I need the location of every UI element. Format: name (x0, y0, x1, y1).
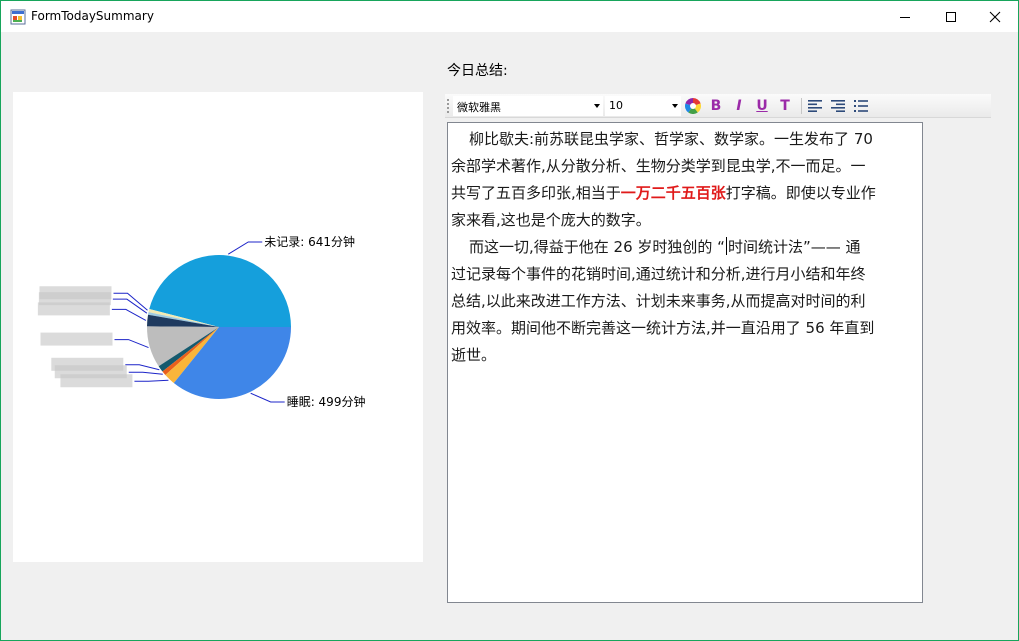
align-left-button[interactable] (805, 96, 825, 116)
text-line: 用效率。期间他不断完善这一统计方法,并一直沿用了 56 年直到 (451, 319, 875, 337)
maximize-icon (946, 11, 956, 22)
minimize-button[interactable] (882, 1, 928, 32)
rich-text-toolbar: 微软雅黑 10 B I U T (445, 94, 991, 118)
title-bar[interactable]: FormTodaySummary (1, 1, 1018, 32)
font-size-select[interactable]: 10 (605, 96, 681, 116)
text-line: 家来看,这也是个庞大的数字。 (451, 211, 651, 229)
close-button[interactable] (972, 1, 1018, 32)
text-run: 共写了五百多印张,相当于 (451, 184, 621, 202)
pie-leader-line-7 (134, 379, 169, 382)
text-line: 过记录每个事件的花销时间,通过统计和分析,进行月小结和年终 (451, 265, 866, 283)
align-right-icon (831, 100, 845, 112)
color-picker-button[interactable] (683, 96, 703, 116)
text-line: 总结,以此来改进工作方法、计划未来事务,从而提高对时间的利 (451, 292, 866, 310)
font-family-value: 微软雅黑 (457, 101, 501, 114)
toolbar-separator (801, 98, 802, 114)
pie-redacted-label-7 (60, 374, 133, 388)
font-size-value: 10 (609, 99, 623, 112)
editor-paragraph-2: 而这一切,得益于他在 26 岁时独创的 “时间统计法”—— 通 过记录每个事件的… (448, 234, 922, 369)
text-line: 逝世。 (451, 346, 497, 364)
text-line: 余部学术著作,从分散分析、生物分类学到昆虫学,不一而足。一 (451, 157, 866, 175)
toolbar-grip[interactable] (447, 99, 450, 113)
text-line: 柳比歇夫:前苏联昆虫学家、哲学家、数学家。一生发布了 70 (469, 130, 873, 148)
pie-leader-line-8 (250, 392, 285, 403)
pie-leader-line-0 (227, 241, 263, 255)
text-run: 时间统计法”—— 通 (727, 238, 861, 256)
highlighted-text: 一万二千五百张 (620, 184, 726, 202)
summary-label: 今日总结: (447, 63, 508, 79)
font-family-select[interactable]: 微软雅黑 (453, 96, 603, 116)
time-pie-chart: 未记录: 641分钟睡眠: 499分钟 (37, 234, 366, 409)
underline-button[interactable]: U (752, 96, 772, 116)
text-caret (725, 237, 727, 255)
app-icon (10, 9, 26, 25)
pie-leader-line-6 (128, 371, 163, 375)
minimize-icon (900, 16, 910, 18)
pie-leader-line-4 (114, 339, 149, 349)
pie-data-label-8: 睡眠: 499分钟 (287, 394, 366, 409)
italic-button[interactable]: I (729, 96, 749, 116)
close-icon (989, 11, 1001, 22)
bold-button[interactable]: B (706, 96, 726, 116)
editor-paragraph-1: 柳比歇夫:前苏联昆虫学家、哲学家、数学家。一生发布了 70 余部学术著作,从分散… (448, 126, 922, 234)
align-left-icon (808, 100, 822, 112)
time-pie-chart-panel: 未记录: 641分钟睡眠: 499分钟 (13, 92, 423, 562)
summary-rich-text-editor[interactable]: 柳比歇夫:前苏联昆虫学家、哲学家、数学家。一生发布了 70 余部学术著作,从分散… (447, 122, 923, 603)
text-run: 打字稿。即使以专业作 (725, 184, 876, 202)
window-title: FormTodaySummary (31, 9, 154, 23)
strikethrough-button[interactable]: T (775, 96, 795, 116)
chevron-down-icon (672, 104, 678, 108)
pie-redacted-label-4 (40, 332, 113, 346)
pie-data-label-0: 未记录: 641分钟 (264, 234, 355, 249)
text-line: 共写了五百多印张,相当于一万二千五百张打字稿。即使以专业作 (451, 180, 916, 207)
pie-leader-line-3 (111, 308, 147, 321)
pie-redacted-label-3 (37, 302, 110, 316)
text-line: 而这一切,得益于他在 26 岁时独创的 “时间统计法”—— 通 (451, 234, 916, 261)
align-right-button[interactable] (828, 96, 848, 116)
bullet-list-icon (854, 100, 868, 112)
color-picker-icon (685, 98, 701, 114)
bullet-list-button[interactable] (851, 96, 871, 116)
maximize-button[interactable] (928, 1, 974, 32)
pie-leader-line-5 (125, 364, 160, 371)
chevron-down-icon (594, 104, 600, 108)
text-run: 而这一切,得益于他在 26 岁时独创的 “ (469, 238, 725, 256)
form-today-summary-window: FormTodaySummary 未记录: 641分钟睡眠: 499分钟 今日总… (0, 0, 1019, 641)
